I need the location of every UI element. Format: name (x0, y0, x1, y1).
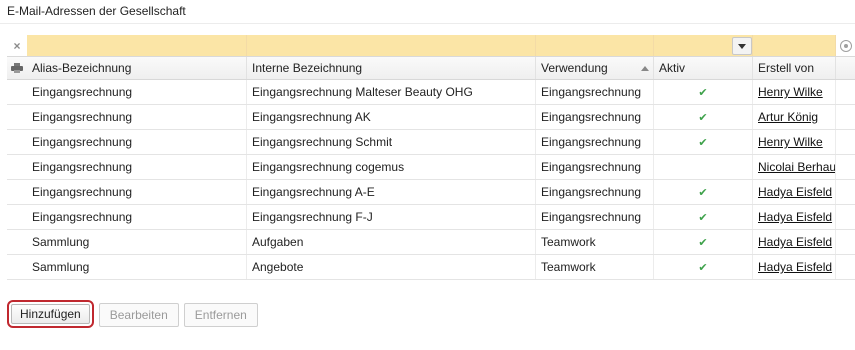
cell-aktiv: ✔ (654, 180, 753, 204)
sort-ascending-icon (641, 66, 649, 71)
add-button-highlight: Hinzufügen (7, 300, 94, 328)
user-link[interactable]: Hadya Eisfeld (758, 235, 832, 249)
cell-alias: Eingangsrechnung (27, 105, 247, 129)
cell-intern: Aufgaben (247, 230, 536, 254)
column-header-verwendung-label: Verwendung (541, 61, 608, 75)
user-link[interactable]: Henry Wilke (758, 135, 823, 149)
table-row[interactable]: Eingangsrechnung Eingangsrechnung Maltes… (7, 80, 855, 105)
cell-erstellt: Hadya Eisfeld (753, 205, 836, 229)
table-row[interactable]: Eingangsrechnung Eingangsrechnung A-E Ei… (7, 180, 855, 205)
cell-verwendung: Eingangsrechnung (536, 180, 654, 204)
cell-erstellt: Henry Wilke (753, 80, 836, 104)
print-button[interactable] (7, 57, 27, 79)
cell-verwendung: Teamwork (536, 255, 654, 279)
cell-erstellt: Henry Wilke (753, 130, 836, 154)
cell-aktiv: ✔ (654, 105, 753, 129)
cell-verwendung: Eingangsrechnung (536, 155, 654, 179)
filter-verwendung-input[interactable] (536, 35, 654, 56)
column-header-erstellt[interactable]: Erstell von (753, 57, 836, 79)
cell-intern: Eingangsrechnung A-E (247, 180, 536, 204)
column-header-aktiv[interactable]: Aktiv (654, 57, 753, 79)
email-address-grid: × Alias-Bezeichnung Interne Bezeichnung … (7, 35, 855, 280)
cell-intern: Eingangsrechnung cogemus (247, 155, 536, 179)
check-icon: ✔ (698, 211, 708, 224)
clear-filter-button[interactable]: × (7, 35, 27, 56)
filter-intern-input[interactable] (247, 35, 536, 56)
cell-alias: Sammlung (27, 230, 247, 254)
action-button-bar: Hinzufügen Bearbeiten Entfernen (7, 300, 258, 328)
column-header-verwendung[interactable]: Verwendung (536, 57, 654, 79)
cell-alias: Eingangsrechnung (27, 205, 247, 229)
user-link[interactable]: Henry Wilke (758, 85, 823, 99)
add-button[interactable]: Hinzufügen (11, 304, 90, 324)
table-row[interactable]: Sammlung Aufgaben Teamwork ✔ Hadya Eisfe… (7, 230, 855, 255)
cell-erstellt: Hadya Eisfeld (753, 180, 836, 204)
title-divider (0, 23, 855, 24)
close-icon: × (13, 38, 21, 53)
check-icon: ✔ (698, 136, 708, 149)
user-link[interactable]: Nicolai Berhaus... (758, 160, 835, 174)
column-header-row: Alias-Bezeichnung Interne Bezeichnung Ve… (7, 57, 855, 80)
table-row[interactable]: Eingangsrechnung Eingangsrechnung cogemu… (7, 155, 855, 180)
table-row[interactable]: Eingangsrechnung Eingangsrechnung AK Ein… (7, 105, 855, 130)
user-link[interactable]: Hadya Eisfeld (758, 185, 832, 199)
column-header-intern[interactable]: Interne Bezeichnung (247, 57, 536, 79)
filter-aktiv-select[interactable] (654, 35, 753, 56)
cell-aktiv: ✔ (654, 80, 753, 104)
check-icon: ✔ (698, 186, 708, 199)
cell-verwendung: Eingangsrechnung (536, 130, 654, 154)
user-link[interactable]: Artur König (758, 110, 818, 124)
filter-aktiv-dropdown-button[interactable] (732, 37, 752, 55)
check-icon: ✔ (698, 111, 708, 124)
cell-intern: Eingangsrechnung Schmit (247, 130, 536, 154)
cell-alias: Sammlung (27, 255, 247, 279)
cell-verwendung: Teamwork (536, 230, 654, 254)
check-icon: ✔ (698, 236, 708, 249)
cell-aktiv: ✔ (654, 230, 753, 254)
cell-verwendung: Eingangsrechnung (536, 205, 654, 229)
cell-alias: Eingangsrechnung (27, 155, 247, 179)
user-link[interactable]: Hadya Eisfeld (758, 210, 832, 224)
grid-settings-button[interactable] (836, 35, 855, 56)
cell-verwendung: Eingangsrechnung (536, 105, 654, 129)
remove-button[interactable]: Entfernen (183, 303, 258, 327)
column-header-alias[interactable]: Alias-Bezeichnung (27, 57, 247, 79)
cell-aktiv (654, 155, 753, 179)
cell-verwendung: Eingangsrechnung (536, 80, 654, 104)
cell-intern: Eingangsrechnung AK (247, 105, 536, 129)
check-icon: ✔ (698, 86, 708, 99)
cell-intern: Eingangsrechnung Malteser Beauty OHG (247, 80, 536, 104)
table-row[interactable]: Eingangsrechnung Eingangsrechnung Schmit… (7, 130, 855, 155)
cell-intern: Eingangsrechnung F-J (247, 205, 536, 229)
cell-aktiv: ✔ (654, 130, 753, 154)
cell-alias: Eingangsrechnung (27, 130, 247, 154)
page-title: E-Mail-Adressen der Gesellschaft (7, 4, 186, 18)
filter-alias-input[interactable] (27, 35, 247, 56)
filter-erstellt-input[interactable] (753, 35, 836, 56)
edit-button[interactable]: Bearbeiten (98, 303, 179, 327)
table-row[interactable]: Eingangsrechnung Eingangsrechnung F-J Ei… (7, 205, 855, 230)
cell-intern: Angebote (247, 255, 536, 279)
filter-row: × (7, 35, 855, 57)
cell-erstellt: Nicolai Berhaus... (753, 155, 836, 179)
table-row[interactable]: Sammlung Angebote Teamwork ✔ Hadya Eisfe… (7, 255, 855, 280)
cell-alias: Eingangsrechnung (27, 80, 247, 104)
cell-erstellt: Artur König (753, 105, 836, 129)
column-header-spacer (836, 57, 855, 79)
settings-circle-icon (839, 39, 852, 52)
check-icon: ✔ (698, 261, 708, 274)
printer-icon (11, 63, 23, 73)
cell-erstellt: Hadya Eisfeld (753, 255, 836, 279)
user-link[interactable]: Hadya Eisfeld (758, 260, 832, 274)
cell-alias: Eingangsrechnung (27, 180, 247, 204)
cell-erstellt: Hadya Eisfeld (753, 230, 836, 254)
cell-aktiv: ✔ (654, 205, 753, 229)
cell-aktiv: ✔ (654, 255, 753, 279)
chevron-down-icon (738, 43, 746, 49)
